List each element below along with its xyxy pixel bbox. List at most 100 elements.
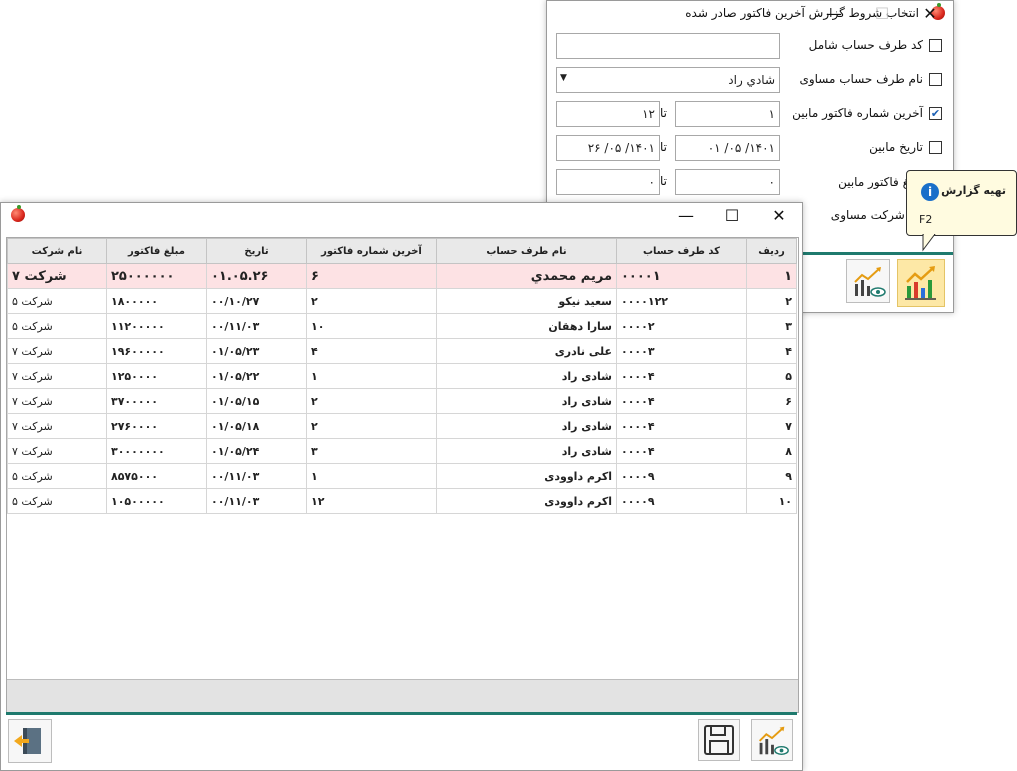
invoice-range-checkbox[interactable]: ✔ [929,107,942,120]
column-header-row-number[interactable]: ردیف [746,238,797,264]
cell-company: شرکت ۷ [7,363,107,389]
cell-amount: ۳۷۰۰۰۰۰ [106,388,207,414]
cell-account-code: ۰۰۰۰۴ [616,363,747,389]
cell-company: شرکت ۵ [7,463,107,489]
table-body: ۱ ۰۰۰۰۱ مریم محمدي ۶ ۰۱.۰۵.۲۶ ۲۵۰۰۰۰۰۰ ش… [7,263,797,514]
preview-report-button[interactable] [751,719,793,761]
cell-account-code: ۰۰۰۰۹ [616,463,747,489]
cell-row-number: ۶ [746,388,797,414]
maximize-icon[interactable]: ☐ [865,1,899,27]
cell-last-invoice: ۱ [306,463,437,489]
cell-last-invoice: ۲ [306,413,437,439]
cell-row-number: ۱۰ [746,488,797,514]
table-row[interactable]: ۴ ۰۰۰۰۳ علی نادری ۴ ۰۱/۰۵/۲۳ ۱۹۶۰۰۰۰۰ شر… [7,338,797,364]
table-row[interactable]: ۱ ۰۰۰۰۱ مریم محمدي ۶ ۰۱.۰۵.۲۶ ۲۵۰۰۰۰۰۰ ش… [7,263,797,289]
cell-amount: ۱۱۲۰۰۰۰۰ [106,313,207,339]
table-row[interactable]: ۶ ۰۰۰۰۴ شادی راد ۲ ۰۱/۰۵/۱۵ ۳۷۰۰۰۰۰ شرکت… [7,388,797,414]
app-icon [11,205,25,222]
save-button[interactable] [698,719,740,761]
report-window: ✕ ☐ — ردیف کد طرف حساب نام طرف حساب آخری… [0,202,803,771]
table-row[interactable]: ۸ ۰۰۰۰۴ شادی راد ۳ ۰۱/۰۵/۲۴ ۳۰۰۰۰۰۰۰ شرک… [7,438,797,464]
date-from-input[interactable]: ۱۴۰۱/ ۰۵/ ۰۱ [675,135,780,161]
close-icon[interactable]: ✕ [762,203,796,229]
create-report-button[interactable] [897,259,945,307]
table-row[interactable]: ۲ ۰۰۰۰۱۲۲ سعید نیکو ۲ ۰۰/۱۰/۲۷ ۱۸۰۰۰۰۰ ش… [7,288,797,314]
name-filter-label: نام طرف حساب مساوی [799,72,923,86]
cell-account-code: ۰۰۰۰۹ [616,488,747,514]
cell-amount: ۲۷۶۰۰۰۰ [106,413,207,439]
cell-company: شرکت ۷ [7,338,107,364]
table-row[interactable]: ۱۰ ۰۰۰۰۹ اکرم داوودی ۱۲ ۰۰/۱۱/۰۳ ۱۰۵۰۰۰۰… [7,488,797,514]
cell-account-name: شادی راد [436,413,617,439]
report-footer-divider [6,712,797,715]
column-header-last-invoice[interactable]: آخرین شماره فاکتور [306,238,437,264]
column-header-amount[interactable]: مبلغ فاکتور [106,238,207,264]
name-select[interactable]: شادي راد [556,67,780,93]
cell-last-invoice: ۱ [306,363,437,389]
cell-last-invoice: ۱۰ [306,313,437,339]
cell-date: ۰۰/۱۱/۰۳ [206,463,307,489]
table-row[interactable]: ۵ ۰۰۰۰۴ شادی راد ۱ ۰۱/۰۵/۲۲ ۱۲۵۰۰۰۰ شرکت… [7,363,797,389]
cell-company: شرکت ۷ [7,438,107,464]
save-disk-icon [704,725,734,755]
cell-amount: ۳۰۰۰۰۰۰۰ [106,438,207,464]
cell-date: ۰۱/۰۵/۲۲ [206,363,307,389]
preview-report-button[interactable] [846,259,890,303]
cell-row-number: ۹ [746,463,797,489]
info-icon: i [921,183,939,201]
cell-account-code: ۰۰۰۰۳ [616,338,747,364]
name-filter-checkbox[interactable] [929,73,942,86]
tooltip-title: تهیه گزارش [941,184,1006,197]
maximize-icon[interactable]: ☐ [715,203,749,229]
invoice-to-input[interactable]: ۱۲ [556,101,660,127]
cell-account-name: شادی راد [436,363,617,389]
minimize-icon[interactable]: — [817,1,851,27]
name-select-value: شادي راد [728,73,775,87]
report-tooltip: i تهیه گزارش F2 [906,170,1017,236]
column-header-account-name[interactable]: نام طرف حساب [436,238,617,264]
exit-button[interactable] [8,719,52,763]
minimize-icon[interactable]: — [669,203,703,229]
column-header-date[interactable]: تاریخ [206,238,307,264]
chart-eye-icon [758,726,789,755]
chevron-down-icon[interactable]: ▼ [560,73,567,83]
cell-row-number: ۳ [746,313,797,339]
cell-row-number: ۱ [746,263,797,289]
tooltip-pointer [922,234,936,252]
cell-date: ۰۱/۰۵/۱۸ [206,413,307,439]
cell-last-invoice: ۱۲ [306,488,437,514]
cell-account-name: شادی راد [436,388,617,414]
column-header-account-code[interactable]: کد طرف حساب [616,238,747,264]
column-header-company[interactable]: نام شرکت [7,238,107,264]
cell-account-code: ۰۰۰۰۴ [616,413,747,439]
cell-account-code: ۰۰۰۰۱ [616,263,747,289]
code-input[interactable] [556,33,780,59]
code-filter-checkbox[interactable] [929,39,942,52]
table-row[interactable]: ۷ ۰۰۰۰۴ شادی راد ۲ ۰۱/۰۵/۱۸ ۲۷۶۰۰۰۰ شرکت… [7,413,797,439]
amount-to-label: تا [660,174,667,188]
amount-from-input[interactable]: ۰ [675,169,780,195]
table-row[interactable]: ۳ ۰۰۰۰۲ سارا دهقان ۱۰ ۰۰/۱۱/۰۳ ۱۱۲۰۰۰۰۰ … [7,313,797,339]
cell-account-name: اکرم داوودی [436,488,617,514]
cell-row-number: ۷ [746,413,797,439]
date-range-label: تاریخ مابین [869,140,923,154]
cell-account-code: ۰۰۰۰۱۲۲ [616,288,747,314]
cell-company: شرکت ۵ [7,288,107,314]
date-to-input[interactable]: ۱۴۰۱/ ۰۵/ ۲۶ [556,135,660,161]
report-titlebar: ✕ ☐ — [1,203,802,229]
invoice-from-input[interactable]: ۱ [675,101,780,127]
close-icon[interactable]: ✕ [913,1,947,27]
cell-amount: ۱۲۵۰۰۰۰ [106,363,207,389]
code-filter-label: کد طرف حساب شامل [808,38,923,52]
cell-date: ۰۱/۰۵/۱۵ [206,388,307,414]
cell-account-name: سارا دهقان [436,313,617,339]
table-row[interactable]: ۹ ۰۰۰۰۹ اکرم داوودی ۱ ۰۰/۱۱/۰۳ ۸۵۷۵۰۰۰ ش… [7,463,797,489]
cell-amount: ۲۵۰۰۰۰۰۰ [106,263,207,289]
cell-row-number: ۸ [746,438,797,464]
cell-date: ۰۰/۱۰/۲۷ [206,288,307,314]
cell-date: ۰۱/۰۵/۲۳ [206,338,307,364]
date-range-checkbox[interactable] [929,141,942,154]
cell-date: ۰۰/۱۱/۰۳ [206,488,307,514]
cell-amount: ۱۰۵۰۰۰۰۰ [106,488,207,514]
amount-to-input[interactable]: ۰ [556,169,660,195]
